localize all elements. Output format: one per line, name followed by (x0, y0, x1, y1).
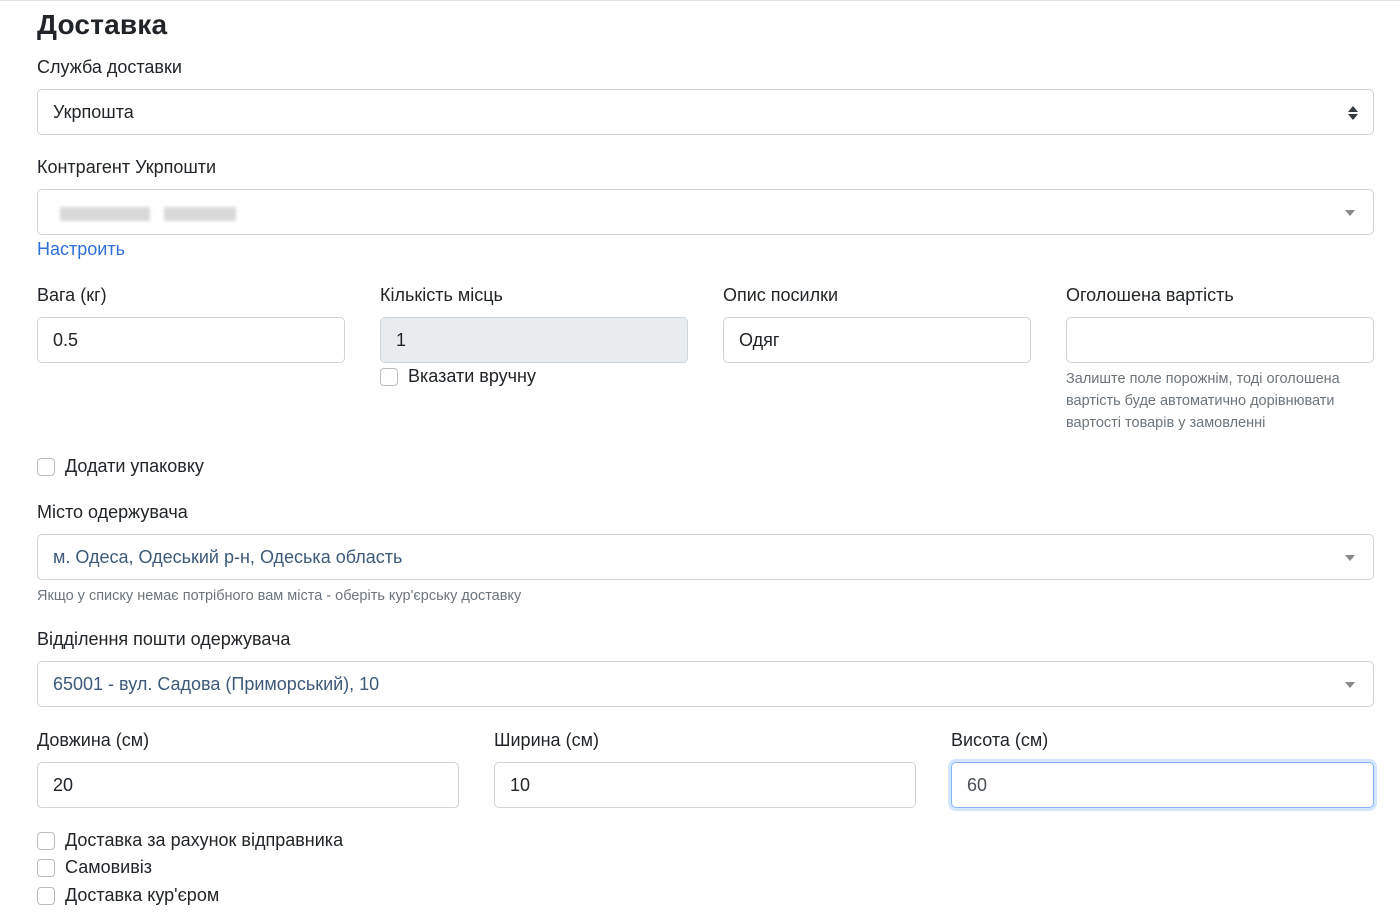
manual-places-label: Вказати вручну (408, 366, 536, 386)
width-input[interactable]: 10 (494, 762, 916, 808)
sender-pays-checkbox-row[interactable]: Доставка за рахунок відправника (37, 830, 343, 851)
manual-places-checkbox-row[interactable]: Вказати вручну (380, 366, 536, 387)
blurred-value (60, 207, 150, 221)
description-value: Одяг (739, 329, 780, 350)
length-label: Довжина (см) (37, 730, 150, 750)
length-value: 20 (53, 774, 74, 795)
help-line: вартість буде автоматично дорівнювати (1066, 393, 1335, 409)
packaging-checkbox-row[interactable]: Додати упаковку (37, 456, 204, 477)
recipient-city-select[interactable]: м. Одеса, Одеський р-н, Одеська область (37, 534, 1374, 580)
places-input: 1 (380, 317, 688, 363)
recipient-branch-label: Відділення пошти одержувача (37, 629, 291, 649)
configure-link[interactable]: Настроить (37, 239, 125, 260)
blurred-value (164, 207, 236, 221)
weight-input[interactable]: 0.5 (37, 317, 345, 363)
height-value: 60 (967, 774, 988, 795)
help-line: Залиште поле порожнім, тоді оголошена (1066, 371, 1340, 387)
packaging-checkbox[interactable] (37, 457, 55, 476)
length-input[interactable]: 20 (37, 762, 459, 808)
width-label: Ширина (см) (494, 730, 599, 750)
counterparty-label: Контрагент Укрпошти (37, 157, 217, 177)
chevron-down-icon (1345, 682, 1355, 688)
pickup-checkbox[interactable] (37, 858, 55, 877)
manual-places-checkbox[interactable] (380, 367, 398, 386)
chevron-down-icon (1345, 555, 1355, 561)
places-label: Кількість місць (380, 285, 503, 305)
sender-pays-label: Доставка за рахунок відправника (65, 830, 344, 850)
pickup-checkbox-row[interactable]: Самовивіз (37, 857, 152, 878)
chevron-down-icon (1345, 210, 1355, 216)
recipient-branch-select[interactable]: 65001 - вул. Садова (Приморський), 10 (37, 661, 1374, 707)
height-label: Висота (см) (951, 730, 1049, 750)
courier-checkbox-row[interactable]: Доставка кур'єром (37, 885, 219, 906)
weight-label: Вага (кг) (37, 285, 107, 305)
sort-arrows-icon (1348, 103, 1358, 123)
weight-value: 0.5 (53, 329, 79, 350)
recipient-city-help: Якщо у списку немає потрібного вам міста… (37, 588, 522, 604)
declared-value-label: Оголошена вартість (1066, 285, 1234, 305)
help-line: вартості товарів у замовленні (1066, 415, 1266, 431)
height-input[interactable]: 60 (951, 762, 1374, 808)
delivery-service-value: Укрпошта (53, 101, 134, 122)
recipient-city-value: м. Одеса, Одеський р-н, Одеська область (53, 546, 403, 567)
packaging-label: Додати упаковку (65, 456, 204, 476)
description-input[interactable]: Одяг (723, 317, 1031, 363)
recipient-branch-value: 65001 - вул. Садова (Приморський), 10 (53, 673, 380, 694)
declared-value-help: Залиште поле порожнім, тоді оголошена ва… (1066, 368, 1340, 434)
sender-pays-checkbox[interactable] (37, 831, 55, 850)
recipient-city-label: Місто одержувача (37, 502, 188, 522)
top-border (0, 0, 1400, 1)
section-title: Доставка (37, 9, 168, 40)
declared-value-input[interactable] (1066, 317, 1374, 363)
counterparty-select[interactable] (37, 189, 1374, 235)
delivery-service-select[interactable]: Укрпошта (37, 89, 1374, 135)
pickup-label: Самовивіз (65, 857, 153, 877)
description-label: Опис посилки (723, 285, 839, 305)
courier-label: Доставка кур'єром (65, 885, 220, 905)
courier-checkbox[interactable] (37, 886, 55, 905)
delivery-service-label: Служба доставки (37, 57, 182, 77)
width-value: 10 (510, 774, 531, 795)
places-value: 1 (396, 329, 407, 350)
